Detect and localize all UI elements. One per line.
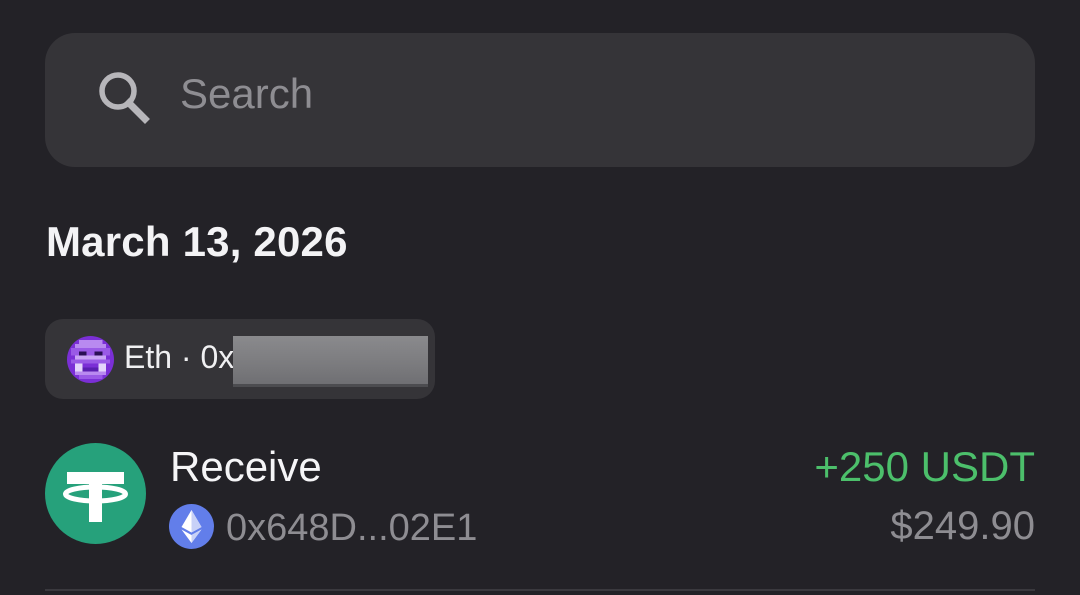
pixel-avatar-icon [67,336,114,383]
search-input[interactable] [180,58,1000,130]
ethereum-icon [169,504,214,549]
divider [45,589,1035,591]
transaction-type: Receive [170,443,322,490]
tether-icon [45,443,146,544]
search-icon [96,70,152,126]
transaction-amount: +250 USDT [814,443,1035,490]
wallet-label: Eth · 0x [124,339,235,375]
transaction-address: 0x648D...02E1 [226,507,478,549]
date-heading: March 13, 2026 [46,218,348,265]
redacted-address [233,336,428,387]
transaction-fiat-value: $249.90 [890,504,1035,548]
